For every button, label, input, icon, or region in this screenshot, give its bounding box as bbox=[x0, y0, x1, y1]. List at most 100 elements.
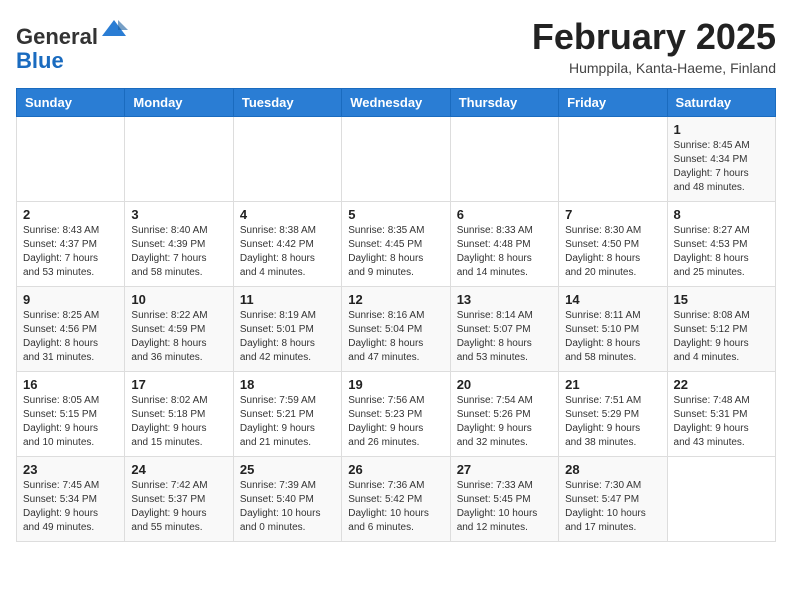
day-number: 3 bbox=[131, 207, 226, 222]
calendar-cell: 27 Sunrise: 7:33 AM Sunset: 5:45 PM Dayli… bbox=[450, 457, 558, 542]
day-info: Sunrise: 8:08 AM Sunset: 5:12 PM Dayligh… bbox=[674, 309, 769, 365]
day-info: Sunrise: 7:48 AM Sunset: 5:31 PM Dayligh… bbox=[674, 394, 769, 450]
day-number: 8 bbox=[674, 207, 769, 222]
day-number: 1 bbox=[674, 122, 769, 137]
day-info: Sunrise: 8:14 AM Sunset: 5:07 PM Dayligh… bbox=[457, 309, 552, 365]
day-number: 17 bbox=[131, 377, 226, 392]
day-info: Sunrise: 7:30 AM Sunset: 5:47 PM Dayligh… bbox=[565, 479, 660, 535]
calendar-cell: 4 Sunrise: 8:38 AM Sunset: 4:42 PM Daylig… bbox=[233, 202, 341, 287]
month-title: February 2025 bbox=[532, 16, 776, 58]
calendar-week-row: 1 Sunrise: 8:45 AM Sunset: 4:34 PM Daylig… bbox=[17, 117, 776, 202]
calendar-week-row: 9 Sunrise: 8:25 AM Sunset: 4:56 PM Daylig… bbox=[17, 287, 776, 372]
calendar-cell bbox=[667, 457, 775, 542]
day-number: 5 bbox=[348, 207, 443, 222]
day-number: 9 bbox=[23, 292, 118, 307]
day-number: 16 bbox=[23, 377, 118, 392]
day-info: Sunrise: 7:56 AM Sunset: 5:23 PM Dayligh… bbox=[348, 394, 443, 450]
day-number: 10 bbox=[131, 292, 226, 307]
day-number: 14 bbox=[565, 292, 660, 307]
day-number: 25 bbox=[240, 462, 335, 477]
calendar-cell: 17 Sunrise: 8:02 AM Sunset: 5:18 PM Dayli… bbox=[125, 372, 233, 457]
calendar-cell bbox=[559, 117, 667, 202]
day-info: Sunrise: 8:43 AM Sunset: 4:37 PM Dayligh… bbox=[23, 224, 118, 280]
day-info: Sunrise: 8:33 AM Sunset: 4:48 PM Dayligh… bbox=[457, 224, 552, 280]
day-number: 27 bbox=[457, 462, 552, 477]
calendar-cell: 2 Sunrise: 8:43 AM Sunset: 4:37 PM Daylig… bbox=[17, 202, 125, 287]
day-info: Sunrise: 8:02 AM Sunset: 5:18 PM Dayligh… bbox=[131, 394, 226, 450]
calendar-cell: 14 Sunrise: 8:11 AM Sunset: 5:10 PM Dayli… bbox=[559, 287, 667, 372]
calendar-cell: 28 Sunrise: 7:30 AM Sunset: 5:47 PM Dayli… bbox=[559, 457, 667, 542]
day-number: 20 bbox=[457, 377, 552, 392]
page-header: General Blue February 2025 Humppila, Kan… bbox=[16, 16, 776, 76]
day-number: 4 bbox=[240, 207, 335, 222]
calendar-cell: 9 Sunrise: 8:25 AM Sunset: 4:56 PM Daylig… bbox=[17, 287, 125, 372]
calendar-cell bbox=[233, 117, 341, 202]
day-of-week-header: Thursday bbox=[450, 89, 558, 117]
day-of-week-header: Monday bbox=[125, 89, 233, 117]
day-info: Sunrise: 8:25 AM Sunset: 4:56 PM Dayligh… bbox=[23, 309, 118, 365]
calendar-cell: 11 Sunrise: 8:19 AM Sunset: 5:01 PM Dayli… bbox=[233, 287, 341, 372]
calendar-cell bbox=[125, 117, 233, 202]
calendar-table: SundayMondayTuesdayWednesdayThursdayFrid… bbox=[16, 88, 776, 542]
day-of-week-header: Wednesday bbox=[342, 89, 450, 117]
calendar-cell: 24 Sunrise: 7:42 AM Sunset: 5:37 PM Dayli… bbox=[125, 457, 233, 542]
calendar-cell: 26Sunrise: 7:36 AM Sunset: 5:42 PM Dayli… bbox=[342, 457, 450, 542]
day-number: 13 bbox=[457, 292, 552, 307]
calendar-cell: 18Sunrise: 7:59 AM Sunset: 5:21 PM Dayli… bbox=[233, 372, 341, 457]
calendar-cell: 1 Sunrise: 8:45 AM Sunset: 4:34 PM Daylig… bbox=[667, 117, 775, 202]
day-number: 7 bbox=[565, 207, 660, 222]
day-info: Sunrise: 8:27 AM Sunset: 4:53 PM Dayligh… bbox=[674, 224, 769, 280]
day-info: Sunrise: 8:45 AM Sunset: 4:34 PM Dayligh… bbox=[674, 139, 769, 195]
day-number: 6 bbox=[457, 207, 552, 222]
calendar-cell: 19 Sunrise: 7:56 AM Sunset: 5:23 PM Dayli… bbox=[342, 372, 450, 457]
day-info: Sunrise: 7:51 AM Sunset: 5:29 PM Dayligh… bbox=[565, 394, 660, 450]
title-block: February 2025 Humppila, Kanta-Haeme, Fin… bbox=[532, 16, 776, 76]
day-number: 28 bbox=[565, 462, 660, 477]
day-number: 21 bbox=[565, 377, 660, 392]
calendar-cell: 13 Sunrise: 8:14 AM Sunset: 5:07 PM Dayli… bbox=[450, 287, 558, 372]
day-number: 15 bbox=[674, 292, 769, 307]
day-info: Sunrise: 8:40 AM Sunset: 4:39 PM Dayligh… bbox=[131, 224, 226, 280]
calendar-cell bbox=[450, 117, 558, 202]
day-number: 11 bbox=[240, 292, 335, 307]
day-info: Sunrise: 8:11 AM Sunset: 5:10 PM Dayligh… bbox=[565, 309, 660, 365]
logo-blue-text: Blue bbox=[16, 48, 64, 73]
day-info: Sunrise: 8:19 AM Sunset: 5:01 PM Dayligh… bbox=[240, 309, 335, 365]
calendar-week-row: 16 Sunrise: 8:05 AM Sunset: 5:15 PM Dayli… bbox=[17, 372, 776, 457]
day-number: 19 bbox=[348, 377, 443, 392]
day-info: Sunrise: 8:35 AM Sunset: 4:45 PM Dayligh… bbox=[348, 224, 443, 280]
day-number: 24 bbox=[131, 462, 226, 477]
day-of-week-header: Sunday bbox=[17, 89, 125, 117]
day-info: Sunrise: 7:45 AM Sunset: 5:34 PM Dayligh… bbox=[23, 479, 118, 535]
day-info: Sunrise: 7:33 AM Sunset: 5:45 PM Dayligh… bbox=[457, 479, 552, 535]
logo-icon bbox=[100, 16, 128, 44]
logo-general-text: General bbox=[16, 24, 98, 49]
day-info: Sunrise: 7:39 AM Sunset: 5:40 PM Dayligh… bbox=[240, 479, 335, 535]
day-number: 22 bbox=[674, 377, 769, 392]
calendar-cell: 3 Sunrise: 8:40 AM Sunset: 4:39 PM Daylig… bbox=[125, 202, 233, 287]
calendar-cell: 23 Sunrise: 7:45 AM Sunset: 5:34 PM Dayli… bbox=[17, 457, 125, 542]
calendar-cell: 12 Sunrise: 8:16 AM Sunset: 5:04 PM Dayli… bbox=[342, 287, 450, 372]
day-info: Sunrise: 8:16 AM Sunset: 5:04 PM Dayligh… bbox=[348, 309, 443, 365]
calendar-week-row: 2 Sunrise: 8:43 AM Sunset: 4:37 PM Daylig… bbox=[17, 202, 776, 287]
day-info: Sunrise: 7:42 AM Sunset: 5:37 PM Dayligh… bbox=[131, 479, 226, 535]
day-of-week-header: Friday bbox=[559, 89, 667, 117]
day-number: 23 bbox=[23, 462, 118, 477]
calendar-cell: 21 Sunrise: 7:51 AM Sunset: 5:29 PM Dayli… bbox=[559, 372, 667, 457]
calendar-cell: 25 Sunrise: 7:39 AM Sunset: 5:40 PM Dayli… bbox=[233, 457, 341, 542]
day-number: 2 bbox=[23, 207, 118, 222]
location: Humppila, Kanta-Haeme, Finland bbox=[532, 60, 776, 76]
day-info: Sunrise: 7:36 AM Sunset: 5:42 PM Dayligh… bbox=[348, 479, 443, 535]
calendar-cell bbox=[17, 117, 125, 202]
calendar-cell: 15 Sunrise: 8:08 AM Sunset: 5:12 PM Dayli… bbox=[667, 287, 775, 372]
day-info: Sunrise: 8:38 AM Sunset: 4:42 PM Dayligh… bbox=[240, 224, 335, 280]
day-info: Sunrise: 8:30 AM Sunset: 4:50 PM Dayligh… bbox=[565, 224, 660, 280]
day-info: Sunrise: 8:05 AM Sunset: 5:15 PM Dayligh… bbox=[23, 394, 118, 450]
calendar-cell: 20 Sunrise: 7:54 AM Sunset: 5:26 PM Dayli… bbox=[450, 372, 558, 457]
day-info: Sunrise: 7:54 AM Sunset: 5:26 PM Dayligh… bbox=[457, 394, 552, 450]
calendar-cell: 8 Sunrise: 8:27 AM Sunset: 4:53 PM Daylig… bbox=[667, 202, 775, 287]
day-number: 12 bbox=[348, 292, 443, 307]
calendar-cell: 22 Sunrise: 7:48 AM Sunset: 5:31 PM Dayli… bbox=[667, 372, 775, 457]
logo: General Blue bbox=[16, 16, 128, 73]
day-of-week-header: Saturday bbox=[667, 89, 775, 117]
